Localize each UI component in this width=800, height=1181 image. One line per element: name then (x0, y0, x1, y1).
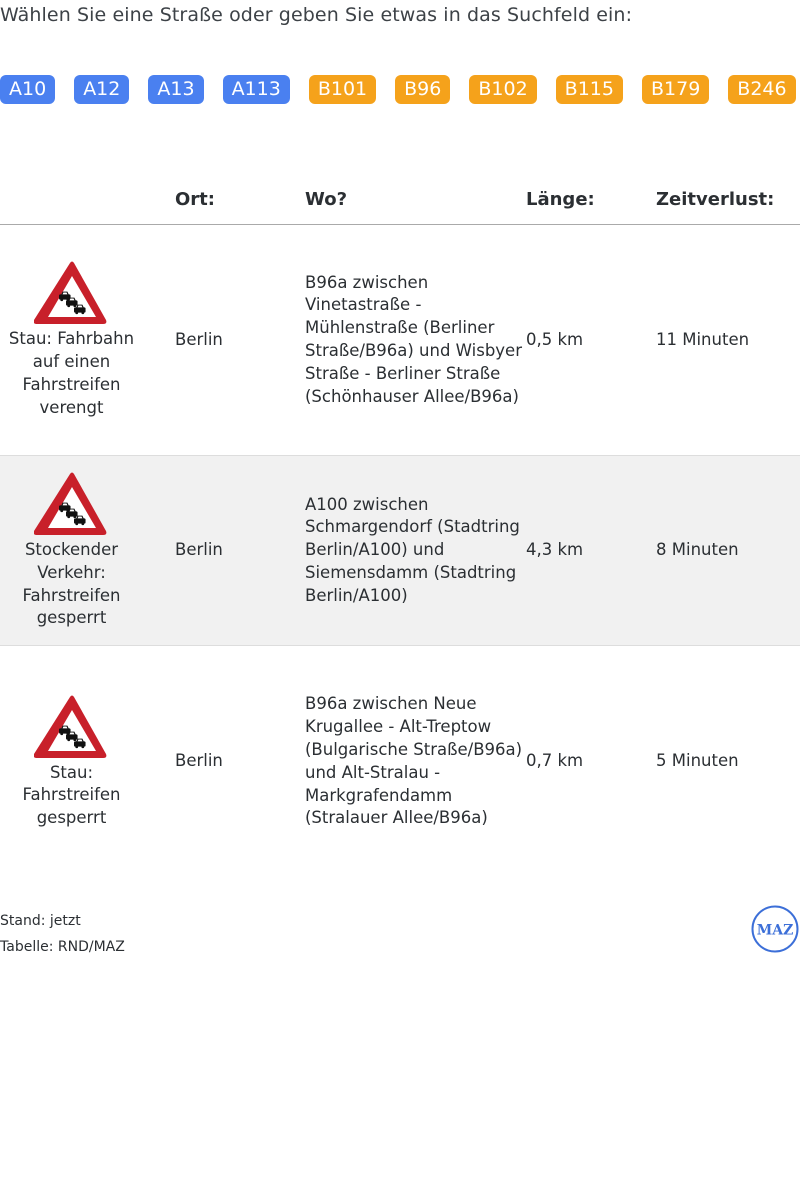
header-icon-column (0, 174, 175, 225)
road-chip-b101[interactable]: B101 (308, 75, 377, 104)
road-chip-b96[interactable]: B96 (395, 75, 451, 104)
table-header-row: Ort: Wo? Länge: Zeitverlust: (0, 174, 800, 225)
road-chip-b246[interactable]: B246 (728, 75, 796, 104)
stand-text: Stand: jetzt (0, 913, 81, 929)
laenge-cell: 0,7 km (526, 751, 584, 771)
ort-cell: Berlin (175, 751, 223, 771)
road-chip-b115[interactable]: B115 (555, 75, 623, 104)
road-chip-b102[interactable]: B102 (469, 75, 537, 104)
road-chip-b179[interactable]: B179 (641, 75, 710, 104)
table-row: Stau: Fahrstreifen gesperrt Berlin B96a … (0, 646, 800, 878)
status-cell: Stau: Fahrstreifen gesperrt (0, 646, 175, 878)
status-text: Stockender Verkehr: Fahrstreifen gesperr… (22, 539, 121, 628)
laenge-cell: 0,5 km (526, 224, 656, 456)
logo-text: MAZ (757, 923, 794, 939)
table-row: Stau: Fahrbahn auf einen Fahrstreifen ve… (0, 224, 800, 456)
zeitverlust-cell: 8 Minuten (656, 455, 800, 646)
road-chip-a113[interactable]: A113 (222, 75, 290, 104)
zeitverlust-cell: 11 Minuten (656, 224, 800, 456)
traffic-jam-warning-icon (34, 471, 110, 537)
wo-cell: B96a zwischen Neue Krugallee - Alt-Trept… (305, 694, 523, 828)
ort-cell: Berlin (175, 224, 305, 456)
header-laenge[interactable]: Länge: (526, 174, 656, 225)
header-zeitverlust[interactable]: Zeitverlust: (656, 174, 800, 225)
laenge-cell: 4,3 km (526, 455, 656, 646)
status-text: Stau: Fahrstreifen gesperrt (22, 762, 121, 828)
traffic-jam-warning-icon (34, 260, 110, 326)
source-text: Tabelle: RND/MAZ (0, 939, 125, 955)
traffic-table: Ort: Wo? Länge: Zeitverlust: Stau: Fahrb… (0, 174, 800, 878)
road-filter-chips: A10 A12 A13 A113 B101 B96 B102 B115 B179… (0, 75, 800, 104)
status-text: Stau: Fahrbahn auf einen Fahrstreifen ve… (8, 329, 135, 417)
road-chip-a13[interactable]: A13 (148, 75, 204, 104)
header-wo[interactable]: Wo? (305, 174, 526, 225)
status-cell: Stockender Verkehr: Fahrstreifen gesperr… (0, 455, 175, 646)
table-footer: Stand: jetzt Tabelle: RND/MAZ (0, 908, 125, 960)
road-chip-a12[interactable]: A12 (74, 75, 130, 104)
zeitverlust-cell: 5 Minuten (656, 751, 739, 771)
search-prompt: Wählen Sie eine Straße oder geben Sie et… (0, 4, 633, 26)
ort-cell: Berlin (175, 455, 305, 646)
wo-cell: B96a zwischen Vinetastraße - Mühlenstraß… (305, 224, 526, 456)
wo-cell: A100 zwischen Schmargendorf (Stadtring B… (305, 455, 526, 646)
road-chip-a10[interactable]: A10 (0, 75, 56, 104)
maz-logo-icon[interactable]: MAZ (751, 905, 799, 953)
header-ort[interactable]: Ort: (175, 174, 305, 225)
status-cell: Stau: Fahrbahn auf einen Fahrstreifen ve… (0, 224, 175, 456)
traffic-jam-warning-icon (34, 694, 110, 760)
table-row: Stockender Verkehr: Fahrstreifen gesperr… (0, 455, 800, 646)
